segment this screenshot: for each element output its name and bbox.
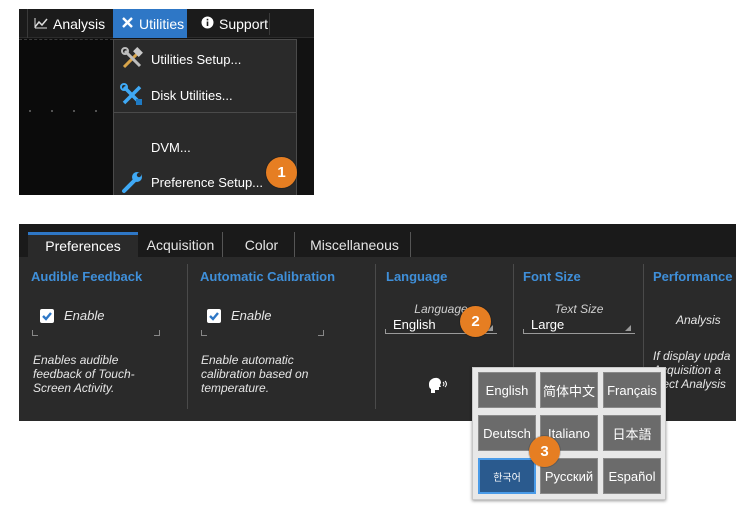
callout-badge-2: 2 <box>460 306 491 337</box>
grid-dot <box>95 110 97 112</box>
audible-description: Enables audible feedback of Touch-Screen… <box>33 353 135 395</box>
font-size-title: Font Size <box>523 269 581 284</box>
tab-color[interactable]: Color <box>229 232 295 257</box>
dropdown-underline <box>523 333 635 334</box>
tab-acquisition[interactable]: Acquisition <box>139 232 223 257</box>
audible-feedback-title: Audible Feedback <box>31 269 143 284</box>
automatic-calibration-title: Automatic Calibration <box>200 269 336 284</box>
calibration-description: Enable automatic calibration based on te… <box>201 353 309 395</box>
checkbox-label: Enable <box>64 308 105 323</box>
grid-dot <box>73 110 75 112</box>
audible-enable-checkbox[interactable]: Enable <box>40 308 104 323</box>
calibration-enable-checkbox[interactable]: Enable <box>207 308 271 323</box>
dropdown-tick <box>385 329 386 334</box>
blank-icon <box>119 134 145 160</box>
section-divider <box>375 264 376 409</box>
menu-support[interactable]: Support <box>195 9 274 38</box>
menu-item-label: Disk Utilities... <box>151 87 233 103</box>
callout-badge-1: 1 <box>266 157 297 188</box>
info-icon <box>201 16 214 32</box>
lang-button-french[interactable]: Français <box>603 372 661 408</box>
language-value: English <box>393 317 436 332</box>
speaking-head-icon <box>427 374 451 394</box>
tools-icon <box>119 46 145 72</box>
chart-icon <box>34 16 48 32</box>
tab-preferences[interactable]: Preferences <box>28 232 138 257</box>
grid-dot <box>29 110 31 112</box>
lang-button-japanese[interactable]: 日本語 <box>603 415 661 451</box>
lang-button-korean[interactable]: 한국어 <box>478 458 536 494</box>
tab-miscellaneous[interactable]: Miscellaneous <box>299 232 411 257</box>
menu-divider <box>269 13 270 35</box>
menu-item-label: Preference Setup... <box>151 174 264 190</box>
menu-item-label: Utilities Setup... <box>151 51 242 67</box>
font-size-dropdown[interactable]: Text Size Large <box>523 302 635 334</box>
waveform-grid <box>19 39 113 195</box>
checkbox-checked-icon <box>207 308 221 323</box>
lang-button-spanish[interactable]: Español <box>603 458 661 494</box>
language-selection-popup: English 简体中文 Français Deutsch Italiano 日… <box>472 367 666 500</box>
menu-item-label: DVM... <box>151 139 191 155</box>
disk-tools-icon <box>119 82 145 108</box>
menu-analysis-label: Analysis <box>53 15 106 32</box>
menu-divider <box>114 112 296 113</box>
group-bracket <box>154 330 160 336</box>
grid-dot <box>51 110 53 112</box>
text-size-value: Large <box>531 317 565 332</box>
tools-cross-icon <box>121 16 134 32</box>
menu-item-dvm[interactable]: DVM... <box>114 130 296 164</box>
menu-item-disk-utilities[interactable]: Disk Utilities... <box>114 78 296 112</box>
lang-button-german[interactable]: Deutsch <box>478 415 536 451</box>
menu-bar: Analysis Utilities Support <box>19 9 314 38</box>
menu-utilities-label: Utilities <box>139 15 185 32</box>
dropdown-arrow-icon <box>625 325 631 331</box>
menu-item-utilities-setup[interactable]: Utilities Setup... <box>114 42 296 76</box>
performance-title: Performance <box>653 269 733 284</box>
performance-option-analysis[interactable]: Analysis <box>676 313 721 327</box>
callout-badge-3: 3 <box>529 436 560 467</box>
checkbox-label: Enable <box>231 308 272 323</box>
menu-utilities[interactable]: Utilities <box>113 9 187 38</box>
group-bracket <box>318 330 324 336</box>
wrench-icon <box>119 169 145 195</box>
group-bracket <box>32 330 38 336</box>
group-bracket <box>201 330 207 336</box>
menu-support-label: Support <box>219 15 269 32</box>
language-title: Language <box>386 269 448 284</box>
checkbox-checked-icon <box>40 308 54 323</box>
dropdown-tick <box>523 329 524 334</box>
section-divider <box>187 264 188 409</box>
text-size-caption: Text Size <box>554 302 604 316</box>
lang-button-english[interactable]: English <box>478 372 536 408</box>
performance-desc-line: If display upda <box>653 349 731 363</box>
tab-bar: Preferences Acquisition Color Miscellane… <box>19 224 736 257</box>
menu-analysis[interactable]: Analysis <box>27 9 111 38</box>
lang-button-chinese[interactable]: 简体中文 <box>540 372 598 408</box>
